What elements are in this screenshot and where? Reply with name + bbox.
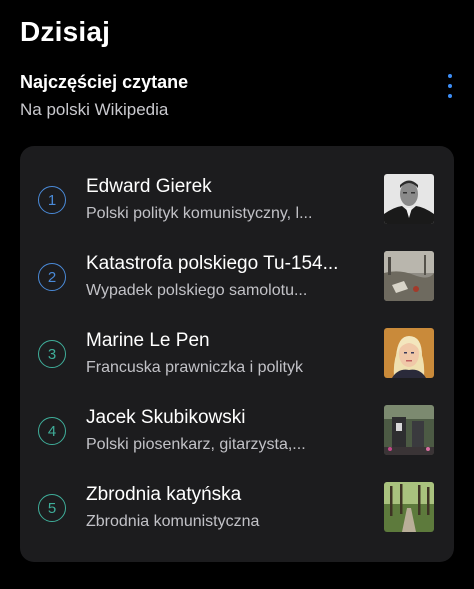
article-thumbnail — [384, 482, 434, 532]
article-thumbnail — [384, 251, 434, 301]
rank-badge: 2 — [38, 263, 66, 291]
explore-page: Dzisiaj Najczęściej czytane Na polski Wi… — [0, 0, 474, 589]
article-title: Jacek Skubikowski — [86, 407, 246, 428]
list-item[interactable]: 2 Katastrofa polskiego Tu-154... Wypadek… — [20, 223, 454, 301]
list-item[interactable]: 1 Edward Gierek Polski polityk komunisty… — [20, 146, 454, 224]
article-title: Katastrofa polskiego Tu-154... — [86, 253, 339, 274]
article-description: Polski piosenkarz, gitarzysta,... — [86, 436, 306, 453]
article-thumbnail — [384, 328, 434, 378]
section-title: Najczęściej czytane — [20, 72, 189, 92]
list-item[interactable]: 5 Zbrodnia katyńska Zbrodnia komunistycz… — [20, 454, 454, 532]
article-title: Zbrodnia katyńska — [86, 484, 242, 505]
list-item[interactable]: 4 Jacek Skubikowski Polski piosenkarz, g… — [20, 377, 454, 455]
section-subtitle: Na polski Wikipedia — [20, 100, 169, 119]
article-thumbnail — [384, 174, 434, 224]
article-description: Francuska prawniczka i polityk — [86, 359, 303, 376]
page-title: Dzisiaj — [20, 16, 111, 47]
more-vertical-icon — [448, 74, 452, 78]
article-description: Wypadek polskiego samolotu... — [86, 282, 308, 299]
rank-badge: 3 — [38, 340, 66, 368]
article-title: Marine Le Pen — [86, 330, 210, 351]
more-options-button[interactable] — [438, 72, 462, 100]
list-item[interactable]: 3 Marine Le Pen Francuska prawniczka i p… — [20, 300, 454, 378]
article-title: Edward Gierek — [86, 176, 212, 197]
article-description: Polski polityk komunistyczny, l... — [86, 205, 313, 222]
rank-badge: 4 — [38, 417, 66, 445]
rank-badge: 5 — [38, 494, 66, 522]
article-description: Zbrodnia komunistyczna — [86, 513, 260, 530]
rank-badge: 1 — [38, 186, 66, 214]
most-read-card: 1 Edward Gierek Polski polityk komunisty… — [20, 146, 454, 562]
article-thumbnail — [384, 405, 434, 455]
